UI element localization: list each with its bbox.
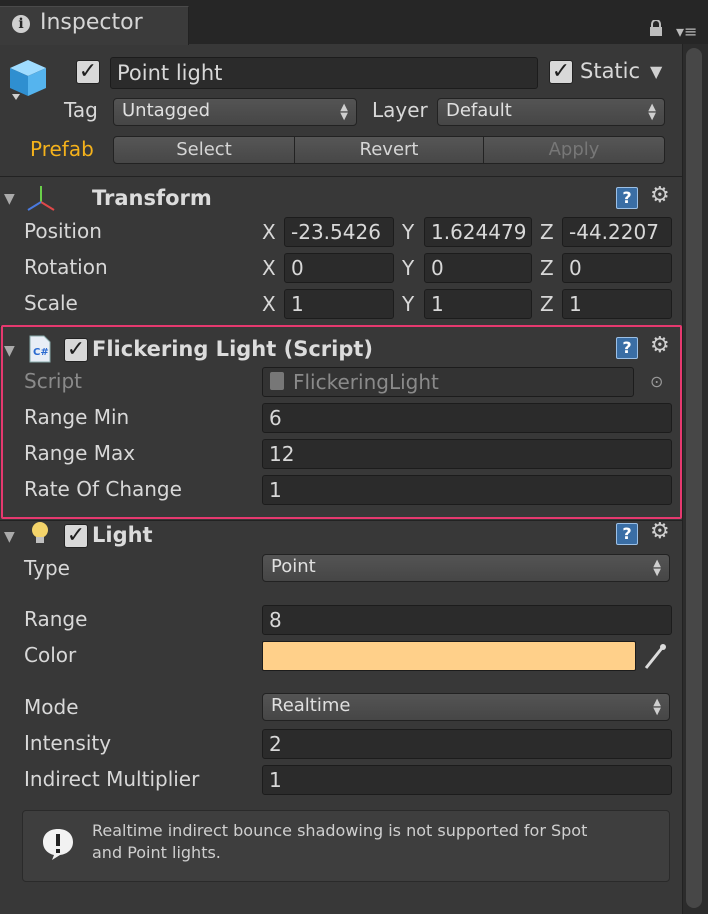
range-field[interactable]: 8 (262, 605, 672, 635)
axis-x-label[interactable]: X (262, 256, 276, 280)
transform-title: Transform (92, 186, 212, 210)
axis-y-label[interactable]: Y (402, 256, 414, 280)
tag-dropdown[interactable]: Untagged ▲ ▼ (113, 98, 357, 126)
scale-label: Scale (24, 291, 78, 315)
light-title: Light (92, 523, 153, 547)
updown-icon: ▲ ▼ (648, 102, 656, 122)
indirect-multiplier-field[interactable]: 1 (262, 765, 672, 795)
rotation-label: Rotation (24, 255, 108, 279)
layer-label: Layer (372, 98, 428, 122)
scale-z-field[interactable]: 1 (562, 289, 672, 319)
updown-icon: ▲ ▼ (653, 697, 661, 717)
lock-icon[interactable] (648, 20, 664, 36)
prefab-revert-button[interactable]: Revert (294, 136, 484, 164)
divider (0, 176, 682, 177)
indirect-multiplier-label: Indirect Multiplier (24, 767, 200, 791)
divider (0, 520, 682, 521)
object-picker-icon[interactable]: ⊙ (650, 372, 663, 391)
flicker-enabled-checkbox[interactable]: ✓ (64, 338, 88, 362)
transform-axes-icon (27, 186, 55, 211)
axis-x-label[interactable]: X (262, 220, 276, 244)
info-icon: i (12, 15, 30, 33)
context-menu-icon[interactable]: ▾≡ (676, 24, 704, 40)
prefab-label: Prefab (30, 137, 94, 161)
type-label: Type (24, 556, 70, 580)
static-checkbox[interactable]: ✓ (549, 60, 573, 84)
position-label: Position (24, 219, 102, 243)
axis-z-label[interactable]: Z (540, 256, 554, 280)
range-min-label: Range Min (24, 405, 130, 429)
warning-info-icon (43, 829, 73, 860)
foldout-arrow-icon[interactable]: ▼ (4, 343, 15, 359)
info-text-line-2: and Point lights. (92, 843, 221, 862)
rotation-z-field[interactable]: 0 (562, 253, 672, 283)
range-label: Range (24, 607, 88, 631)
intensity-label: Intensity (24, 731, 112, 755)
gear-icon[interactable]: ⚙ (650, 335, 670, 357)
tab-title: Inspector (40, 10, 143, 35)
rate-of-change-field[interactable]: 1 (262, 475, 672, 505)
type-value: Point (271, 556, 316, 577)
position-z-field[interactable]: -44.2207 (562, 217, 672, 247)
help-icon[interactable]: ? (616, 337, 638, 359)
mode-dropdown[interactable]: Realtime ▲ ▼ (262, 693, 670, 721)
scrollbar-thumb[interactable] (686, 48, 702, 908)
axis-y-label[interactable]: Y (402, 220, 414, 244)
axis-z-label[interactable]: Z (540, 292, 554, 316)
active-checkbox[interactable]: ✓ (76, 60, 100, 84)
flicker-title: Flickering Light (Script) (92, 337, 373, 361)
intensity-field[interactable]: 2 (262, 729, 672, 759)
scale-y-field[interactable]: 1 (424, 289, 532, 319)
layer-dropdown[interactable]: Default ▲ ▼ (437, 98, 665, 126)
tag-value: Untagged (122, 100, 211, 121)
updown-icon: ▲ ▼ (340, 102, 348, 122)
range-max-field[interactable]: 12 (262, 439, 672, 469)
script-label: Script (24, 369, 83, 393)
rotation-x-field[interactable]: 0 (284, 253, 394, 283)
type-dropdown[interactable]: Point ▲ ▼ (262, 554, 670, 582)
svg-text:C#: C# (33, 347, 49, 358)
rotation-y-field[interactable]: 0 (424, 253, 532, 283)
axis-x-label[interactable]: X (262, 292, 276, 316)
eyedropper-icon[interactable] (642, 642, 668, 670)
rate-of-change-label: Rate Of Change (24, 477, 182, 501)
layer-value: Default (446, 100, 512, 121)
scale-x-field[interactable]: 1 (284, 289, 394, 319)
foldout-arrow-icon[interactable]: ▼ (4, 191, 15, 207)
range-min-field[interactable]: 6 (262, 403, 672, 433)
updown-icon: ▲ ▼ (653, 558, 661, 578)
tag-label: Tag (64, 98, 98, 122)
script-field[interactable]: FlickeringLight (262, 367, 634, 397)
lightbulb-icon (32, 522, 48, 543)
help-icon[interactable]: ? (616, 187, 638, 209)
csharp-script-icon: C# (29, 335, 51, 363)
mode-value: Realtime (271, 695, 351, 716)
object-name-input[interactable]: Point light (110, 57, 538, 89)
prefab-apply-button[interactable]: Apply (483, 136, 665, 164)
gameobject-cube-icon (10, 60, 46, 100)
help-icon[interactable]: ? (616, 523, 638, 545)
range-max-label: Range Max (24, 441, 136, 465)
color-swatch[interactable] (262, 641, 636, 671)
color-label: Color (24, 643, 77, 667)
position-x-field[interactable]: -23.5426 (284, 217, 394, 247)
foldout-arrow-icon[interactable]: ▼ (4, 529, 15, 545)
position-y-field[interactable]: 1.624479 (424, 217, 532, 247)
light-enabled-checkbox[interactable]: ✓ (64, 524, 88, 548)
gear-icon[interactable]: ⚙ (650, 185, 670, 207)
script-file-icon (270, 372, 284, 390)
axis-z-label[interactable]: Z (540, 220, 554, 244)
gear-icon[interactable]: ⚙ (650, 521, 670, 543)
axis-y-label[interactable]: Y (402, 292, 414, 316)
prefab-select-button[interactable]: Select (113, 136, 295, 164)
info-text-line-1: Realtime indirect bounce shadowing is no… (92, 821, 588, 840)
mode-label: Mode (24, 695, 79, 719)
static-label: Static (580, 59, 641, 83)
static-dropdown-icon[interactable]: ▼ (650, 62, 662, 81)
